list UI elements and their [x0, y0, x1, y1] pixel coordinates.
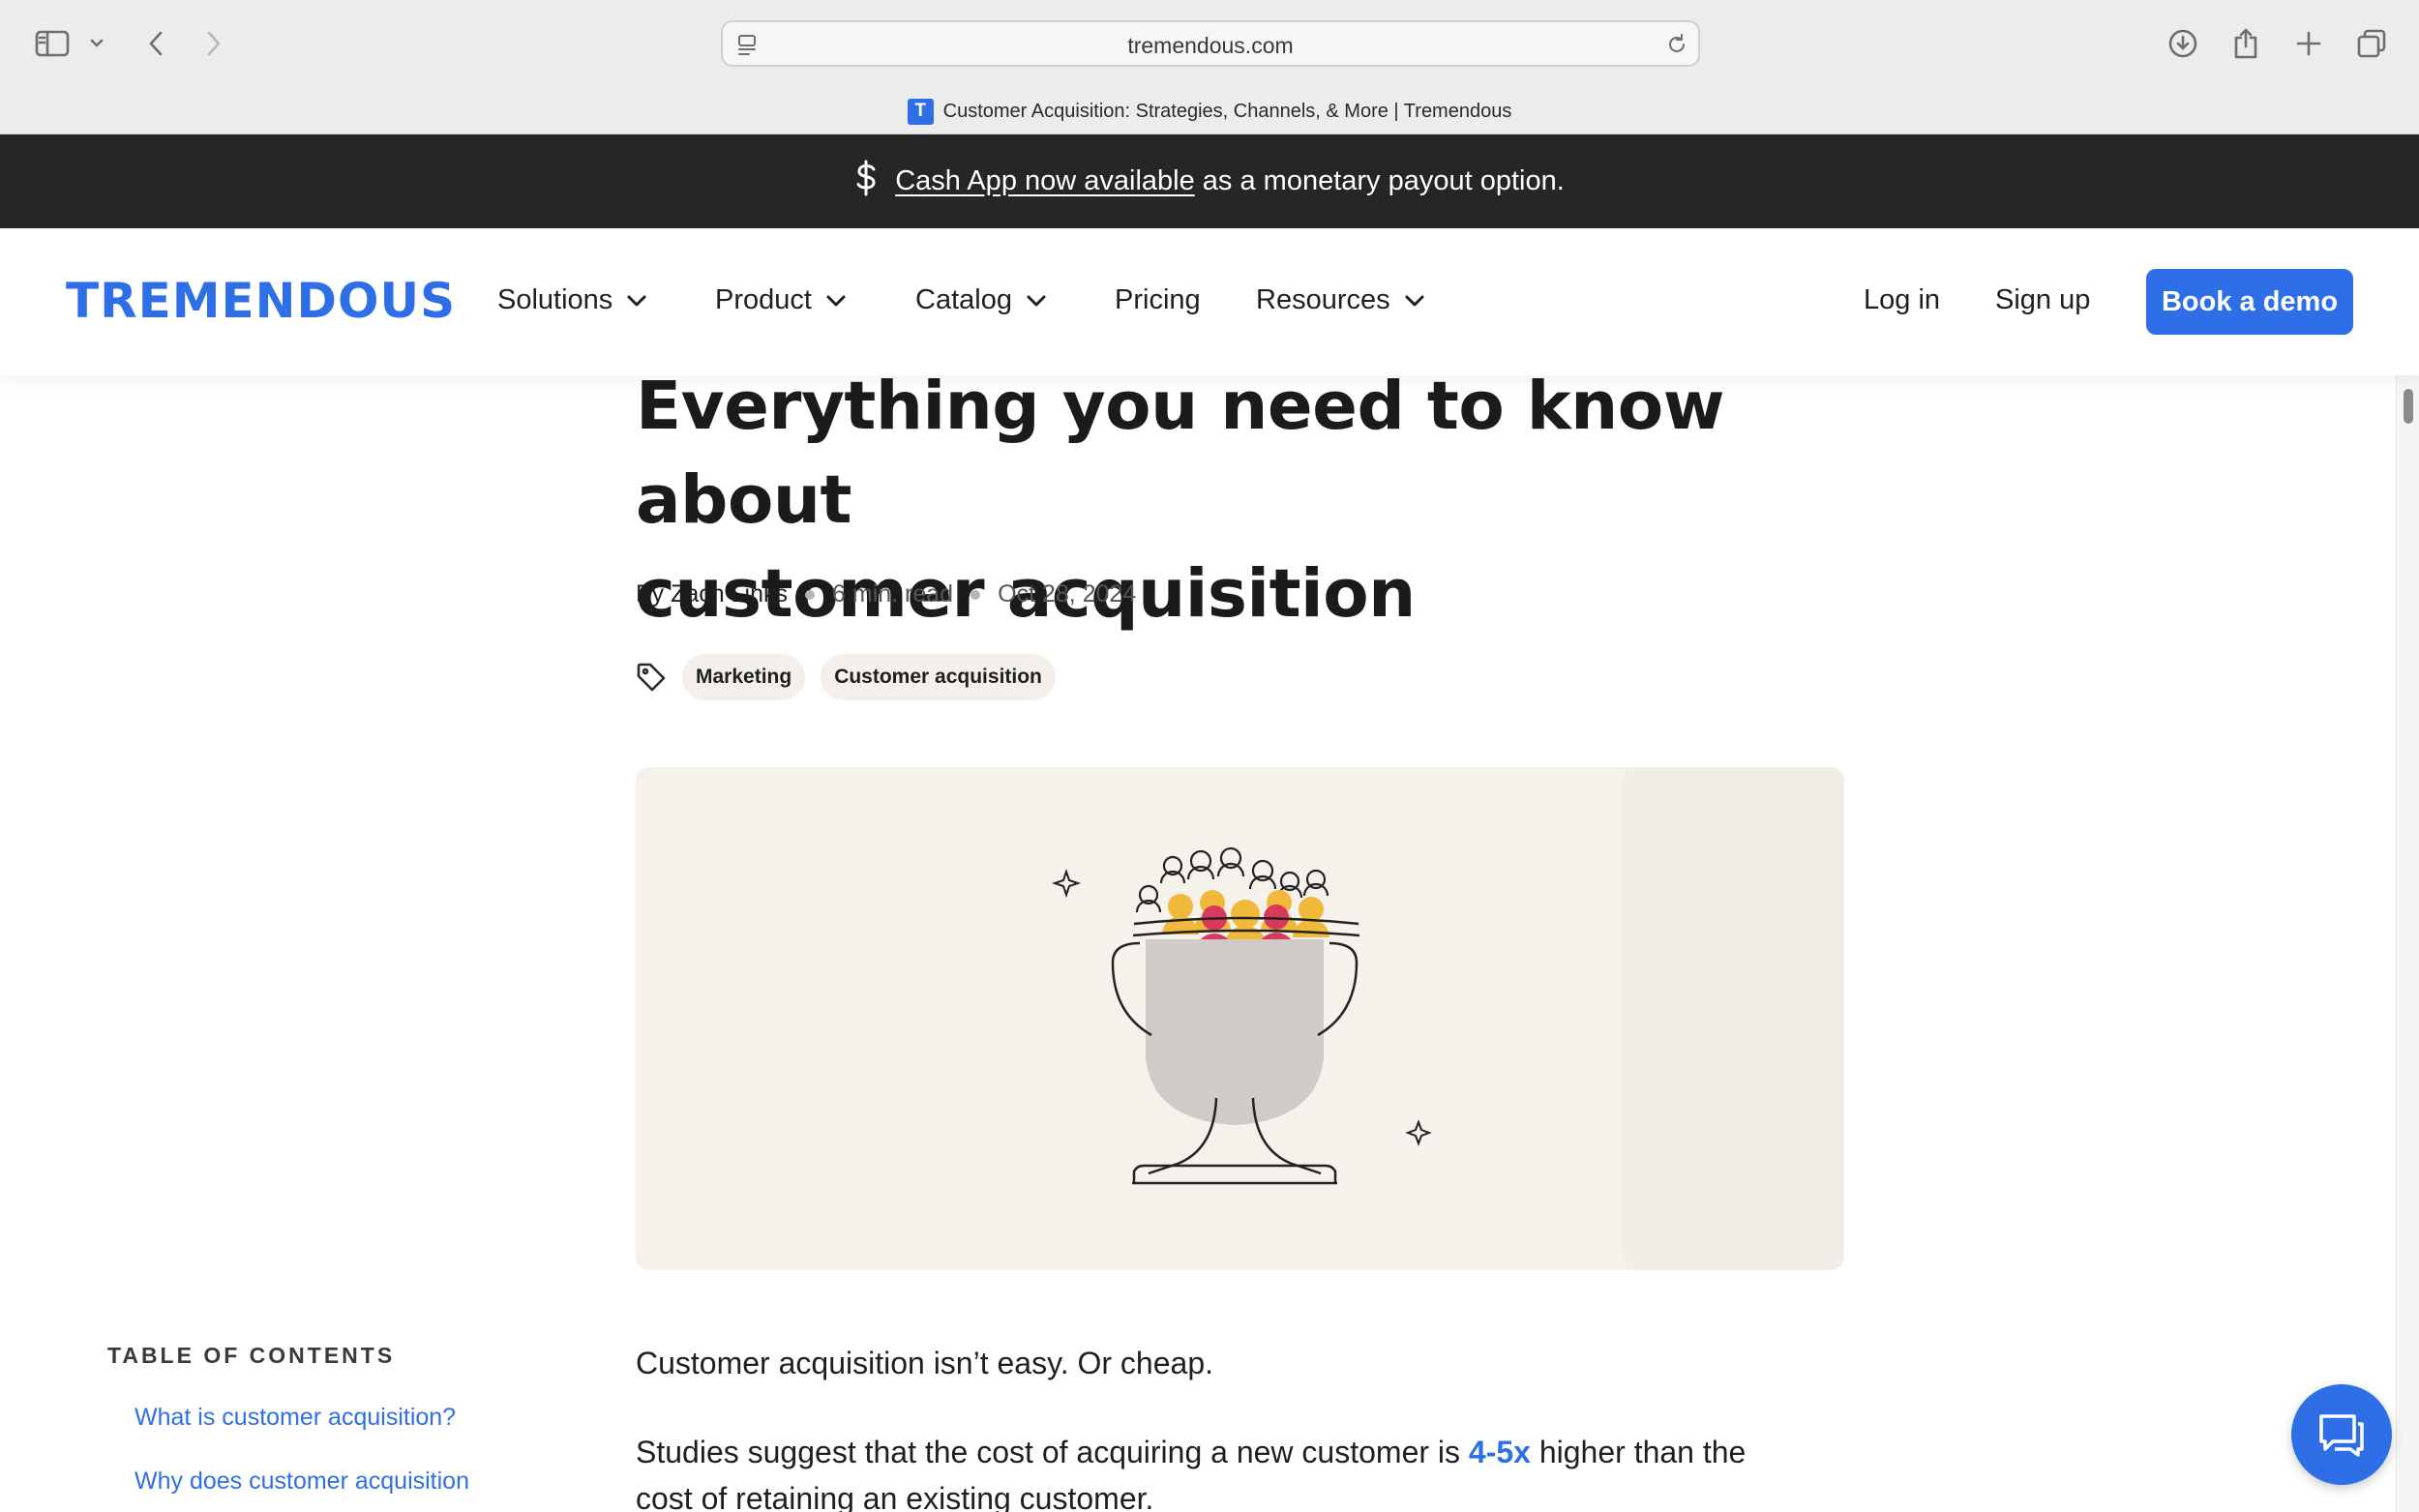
hero-image	[636, 767, 1844, 1270]
tag-customer-acquisition[interactable]: Customer acquisition	[821, 654, 1056, 700]
chevron-down-icon[interactable]	[87, 21, 106, 66]
chevron-down-icon	[627, 295, 646, 306]
announcement-text: as a monetary payout option.	[1202, 165, 1565, 196]
nav-solutions[interactable]: Solutions	[497, 284, 647, 316]
meta-separator	[805, 589, 816, 600]
author[interactable]: By Zach Links	[636, 580, 788, 608]
share-icon[interactable]	[2230, 21, 2261, 66]
address-bar[interactable]: tremendous.com	[721, 20, 1700, 67]
download-icon[interactable]	[2165, 21, 2200, 66]
tremendous-logo[interactable]: TREMENDOUS	[66, 273, 456, 329]
chat-widget-button[interactable]	[2291, 1384, 2392, 1485]
body-paragraph: Customer acquisition isn’t easy. Or chea…	[636, 1346, 1213, 1380]
site-header: TREMENDOUS Solutions Product Catalog Pri…	[0, 228, 2419, 375]
body-paragraph: Studies suggest that the cost of acquiri…	[636, 1435, 1747, 1512]
read-time: 6 min. read	[832, 580, 954, 608]
tag-marketing[interactable]: Marketing	[682, 654, 806, 700]
forward-icon	[199, 21, 228, 66]
active-tab[interactable]: T Customer Acquisition: Strategies, Chan…	[0, 97, 2419, 126]
chevron-down-icon	[826, 295, 846, 306]
toc-item[interactable]: What is customer acquisition?	[134, 1404, 456, 1432]
chat-icon	[2319, 1414, 2364, 1457]
new-tab-icon[interactable]	[2293, 21, 2324, 66]
trophy-illustration	[1051, 767, 1844, 1270]
toc-heading: TABLE OF CONTENTS	[107, 1343, 396, 1368]
tab-overview-icon[interactable]	[2354, 21, 2389, 66]
tag-icon	[637, 663, 666, 692]
scrollbar-thumb[interactable]	[2404, 389, 2413, 424]
chevron-down-icon	[1405, 295, 1424, 306]
tag-list: Marketing Customer acquisition	[636, 654, 1056, 700]
reload-icon[interactable]	[1665, 33, 1688, 61]
article-meta: By Zach Links 6 min. read Oct 28, 2024	[636, 580, 1136, 608]
page-scrollbar[interactable]	[2396, 375, 2419, 1512]
nav-product[interactable]: Product	[715, 284, 847, 316]
cash-app-link[interactable]: Cash App now available	[895, 165, 1195, 196]
dollar-icon	[854, 160, 878, 204]
meta-separator	[971, 589, 981, 600]
browser-chrome: tremendous.com T Customer Acquisition: S…	[0, 0, 2419, 134]
signup-link[interactable]: Sign up	[1995, 284, 2090, 316]
sidebar-toggle-icon[interactable]	[33, 21, 72, 66]
stat-link[interactable]: 4-5x	[1469, 1435, 1531, 1469]
favicon: T	[907, 98, 934, 125]
nav-pricing[interactable]: Pricing	[1115, 284, 1201, 316]
tab-title: Customer Acquisition: Strategies, Channe…	[942, 100, 1512, 122]
announcement-bar: Cash App now available as a monetary pay…	[0, 134, 2419, 228]
login-link[interactable]: Log in	[1864, 284, 1940, 316]
back-icon[interactable]	[141, 21, 170, 66]
url-text: tremendous.com	[1127, 33, 1294, 58]
toc-item[interactable]: Why does customer acquisition	[134, 1468, 469, 1496]
nav-resources[interactable]: Resources	[1256, 284, 1425, 316]
chevron-down-icon	[1027, 295, 1046, 306]
publish-date: Oct 28, 2024	[998, 580, 1137, 608]
nav-catalog[interactable]: Catalog	[915, 284, 1047, 316]
book-demo-button[interactable]: Book a demo	[2146, 269, 2353, 335]
